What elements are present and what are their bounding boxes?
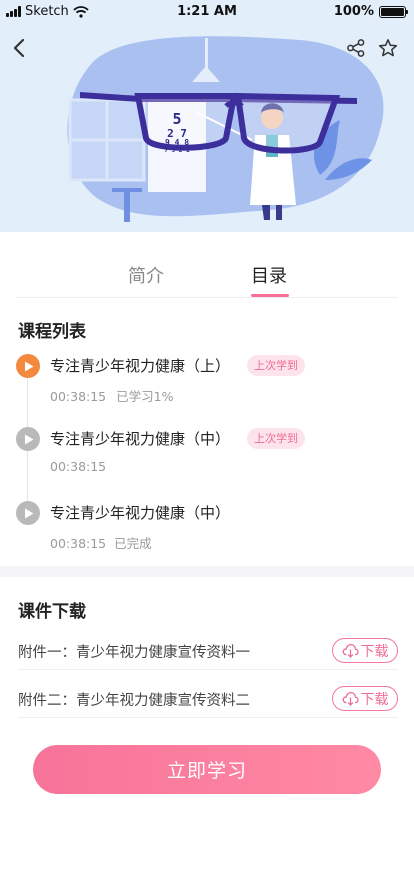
play-icon (16, 427, 40, 451)
star-icon (378, 39, 398, 57)
play-icon (16, 354, 40, 378)
eye-chart-row: 7 9 2 1 (164, 146, 190, 154)
eye-chart-row: 5 (172, 110, 182, 128)
chevron-left-icon (13, 38, 25, 58)
lesson-duration: 00:38:15 (50, 389, 107, 404)
favorite-button[interactable] (374, 34, 402, 62)
lesson-duration: 00:38:15 (50, 459, 107, 474)
section-separator (0, 566, 414, 577)
lesson-meta: 00:38:15 已完成 (50, 533, 152, 552)
play-icon (16, 501, 40, 525)
lesson-progress: 已学习1% (116, 389, 174, 404)
lesson-progress: 已完成 (114, 536, 152, 551)
lesson-duration: 00:38:15 (50, 536, 107, 551)
battery-percent: 100% (333, 4, 374, 19)
last-studied-badge: 上次学到 (247, 355, 305, 376)
lesson-item[interactable]: 专注青少年视力健康（中） 上次学到 00:38:15 (16, 427, 396, 487)
tab-divider (16, 297, 398, 298)
lesson-title: 专注青少年视力健康（中） (50, 504, 231, 522)
course-list-title: 课程列表 (18, 322, 86, 342)
lesson-item[interactable]: 专注青少年视力健康（上） 上次学到 00:38:15 已学习1% (16, 354, 396, 414)
course-detail-page: 5 2 7 9 4 8 7 9 2 1 Sketch 1:21 AM 100% … (0, 0, 414, 896)
download-label: 下载 (360, 691, 389, 708)
share-icon (347, 39, 365, 57)
hero-banner: 5 2 7 9 4 8 7 9 2 1 (0, 0, 414, 232)
tab-catalog[interactable]: 目录 (251, 262, 287, 288)
last-studied-badge: 上次学到 (247, 428, 305, 449)
status-right: 100% (333, 4, 408, 19)
eye-chart: 5 2 7 9 4 8 7 9 2 1 (152, 110, 202, 154)
cloud-download-icon (342, 644, 359, 658)
tab-bar: 简介 目录 (0, 244, 414, 298)
downloads-title: 课件下载 (18, 602, 86, 622)
attachment-label: 附件二：青少年视力健康宣传资料二 (18, 693, 250, 709)
tab-intro[interactable]: 简介 (128, 262, 164, 288)
lesson-title: 专注青少年视力健康（上） (50, 357, 231, 375)
download-button[interactable]: 下载 (332, 686, 398, 711)
attachment-label: 附件一：青少年视力健康宣传资料一 (18, 645, 250, 661)
lesson-title: 专注青少年视力健康（中） (50, 430, 231, 448)
cloud-download-icon (342, 692, 359, 706)
download-label: 下载 (360, 643, 389, 660)
download-button[interactable]: 下载 (332, 638, 398, 663)
back-button[interactable] (5, 34, 33, 62)
battery-icon (379, 5, 408, 18)
status-bar: Sketch 1:21 AM 100% (0, 0, 414, 24)
start-learning-button[interactable]: 立即学习 (33, 745, 381, 794)
share-button[interactable] (342, 34, 370, 62)
attachment-divider (18, 717, 398, 718)
lesson-item[interactable]: 专注青少年视力健康（中） 00:38:15 已完成 (16, 501, 396, 561)
attachment-divider (18, 669, 398, 670)
lesson-meta: 00:38:15 已学习1% (50, 386, 173, 405)
lesson-meta: 00:38:15 (50, 459, 106, 474)
